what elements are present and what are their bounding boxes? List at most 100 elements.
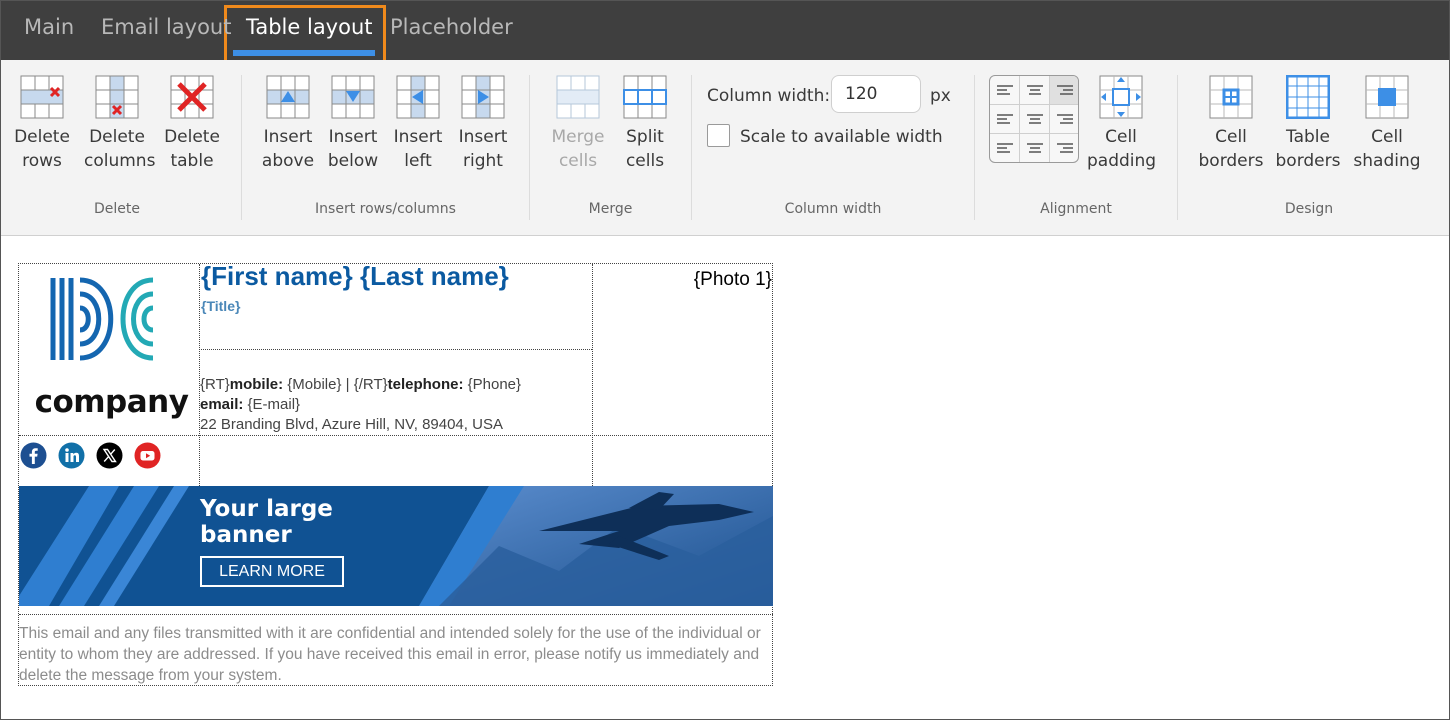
editor-canvas: company {First name} {Last name} {Title}… xyxy=(1,236,1449,719)
delete-rows-icon xyxy=(20,75,64,119)
cell-padding-label: Cell padding xyxy=(1087,127,1157,171)
insert-right-icon xyxy=(461,75,505,119)
cell-borders-button[interactable]: Cell borders xyxy=(1197,75,1265,173)
align-top-left-button[interactable] xyxy=(990,76,1020,105)
insert-right-button[interactable]: Insert right xyxy=(452,75,514,173)
split-cells-label: Split cells xyxy=(625,127,665,171)
table-row-divider xyxy=(199,349,592,350)
group-label-merge: Merge xyxy=(588,201,633,217)
align-top-right-button[interactable] xyxy=(1050,76,1078,105)
column-width-unit: px xyxy=(930,86,951,106)
mobile-value: {Mobile} | {/RT} xyxy=(283,376,388,393)
banner-learn-more-button[interactable]: LEARN MORE xyxy=(200,556,344,587)
logo-wordmark: company xyxy=(34,384,189,420)
merge-cells-label: Merge cells xyxy=(551,127,605,171)
ribbon-separator xyxy=(974,75,975,220)
signature-contact-block[interactable]: {RT}mobile: {Mobile} | {/RT}telephone: {… xyxy=(200,375,521,435)
linkedin-icon[interactable] xyxy=(58,442,85,469)
banner-background-image xyxy=(19,486,773,606)
cell-shading-label: Cell shading xyxy=(1353,127,1421,171)
group-label-alignment: Alignment xyxy=(1040,201,1112,217)
column-width-input[interactable] xyxy=(831,75,921,113)
insert-above-icon xyxy=(266,75,310,119)
signature-table[interactable]: company {First name} {Last name} {Title}… xyxy=(18,261,773,686)
group-label-insert: Insert rows/columns xyxy=(315,201,456,217)
table-row-divider xyxy=(19,614,773,615)
company-logo-icon xyxy=(50,277,154,361)
signature-photo-placeholder[interactable]: {Photo 1} xyxy=(599,269,772,291)
table-borders-label: Table borders xyxy=(1275,127,1341,171)
delete-columns-label: Delete columns xyxy=(84,127,156,171)
contact-phone-line: {RT}mobile: {Mobile} | {/RT}telephone: {… xyxy=(200,375,521,395)
insert-below-button[interactable]: Insert below xyxy=(322,75,384,173)
rt-open-tag: {RT} xyxy=(200,376,230,393)
tab-main[interactable]: Main xyxy=(24,1,74,60)
contact-email-line: email: {E-mail} xyxy=(200,395,521,415)
delete-table-button[interactable]: Delete table xyxy=(159,75,225,173)
align-top-center-button[interactable] xyxy=(1020,76,1050,105)
signature-full-name[interactable]: {First name} {Last name} xyxy=(201,261,509,292)
ribbon-toolbar: Delete rows Delete columns Delete table … xyxy=(1,60,1449,236)
align-middle-center-button[interactable] xyxy=(1020,105,1050,134)
youtube-icon[interactable] xyxy=(134,442,161,469)
signature-title[interactable]: {Title} xyxy=(201,298,240,314)
insert-left-label: Insert left xyxy=(393,127,443,171)
align-left-icon xyxy=(996,85,1013,95)
table-column-divider xyxy=(592,264,593,486)
insert-left-icon xyxy=(396,75,440,119)
delete-columns-icon xyxy=(95,75,139,119)
cell-shading-button[interactable]: Cell shading xyxy=(1351,75,1423,173)
align-left-icon xyxy=(996,143,1013,153)
tab-bar: Main Email layout Table layout Placehold… xyxy=(1,1,1449,70)
align-bottom-center-button[interactable] xyxy=(1020,134,1050,162)
group-label-design: Design xyxy=(1284,201,1334,217)
x-icon[interactable] xyxy=(96,442,123,469)
cell-shading-icon xyxy=(1365,75,1409,119)
group-label-delete: Delete xyxy=(94,201,140,217)
split-cells-button[interactable]: Split cells xyxy=(613,75,677,173)
cell-padding-button[interactable]: Cell padding xyxy=(1087,75,1157,173)
delete-columns-button[interactable]: Delete columns xyxy=(84,75,156,173)
table-row-divider xyxy=(19,435,773,436)
delete-table-label: Delete table xyxy=(164,127,220,171)
insert-right-label: Insert right xyxy=(458,127,508,171)
cell-borders-label: Cell borders xyxy=(1198,127,1264,171)
delete-rows-label: Delete rows xyxy=(14,127,70,171)
align-right-icon xyxy=(1056,114,1073,124)
table-borders-button[interactable]: Table borders xyxy=(1273,75,1343,173)
tab-placeholder[interactable]: Placeholder xyxy=(390,1,513,60)
align-center-icon xyxy=(1026,114,1043,124)
align-bottom-left-button[interactable] xyxy=(990,134,1020,162)
scale-to-width-checkbox[interactable] xyxy=(707,124,730,147)
mobile-label: mobile: xyxy=(229,376,284,393)
merge-cells-button[interactable]: Merge cells xyxy=(546,75,610,173)
align-right-icon xyxy=(1056,143,1073,153)
facebook-icon[interactable] xyxy=(20,442,47,469)
ribbon-separator xyxy=(241,75,242,220)
align-center-icon xyxy=(1026,143,1043,153)
insert-above-button[interactable]: Insert above xyxy=(257,75,319,173)
align-left-icon xyxy=(996,114,1013,124)
delete-table-icon xyxy=(170,75,214,119)
app-window: Main Email layout Table layout Placehold… xyxy=(0,0,1450,720)
ribbon-separator xyxy=(529,75,530,220)
align-right-icon xyxy=(1056,85,1073,95)
insert-left-button[interactable]: Insert left xyxy=(387,75,449,173)
signature-disclaimer[interactable]: This email and any files transmitted wit… xyxy=(19,623,773,686)
delete-rows-button[interactable]: Delete rows xyxy=(9,75,75,173)
align-middle-left-button[interactable] xyxy=(990,105,1020,134)
align-center-icon xyxy=(1026,85,1043,95)
tab-email-layout[interactable]: Email layout xyxy=(101,1,231,60)
column-width-label: Column width: xyxy=(707,86,831,106)
align-middle-right-button[interactable] xyxy=(1050,105,1078,134)
split-cells-icon xyxy=(623,75,667,119)
align-bottom-right-button[interactable] xyxy=(1050,134,1078,162)
email-value: {E-mail} xyxy=(243,396,301,413)
group-label-column-width: Column width xyxy=(784,201,882,217)
ribbon-separator xyxy=(1177,75,1178,220)
contact-address: 22 Branding Blvd, Azure Hill, NV, 89404,… xyxy=(200,416,503,433)
merge-cells-icon xyxy=(556,75,600,119)
telephone-label: telephone: xyxy=(387,376,464,393)
signature-banner[interactable]: Your large banner LEARN MORE xyxy=(19,486,773,606)
scale-to-width-label[interactable]: Scale to available width xyxy=(740,127,943,147)
